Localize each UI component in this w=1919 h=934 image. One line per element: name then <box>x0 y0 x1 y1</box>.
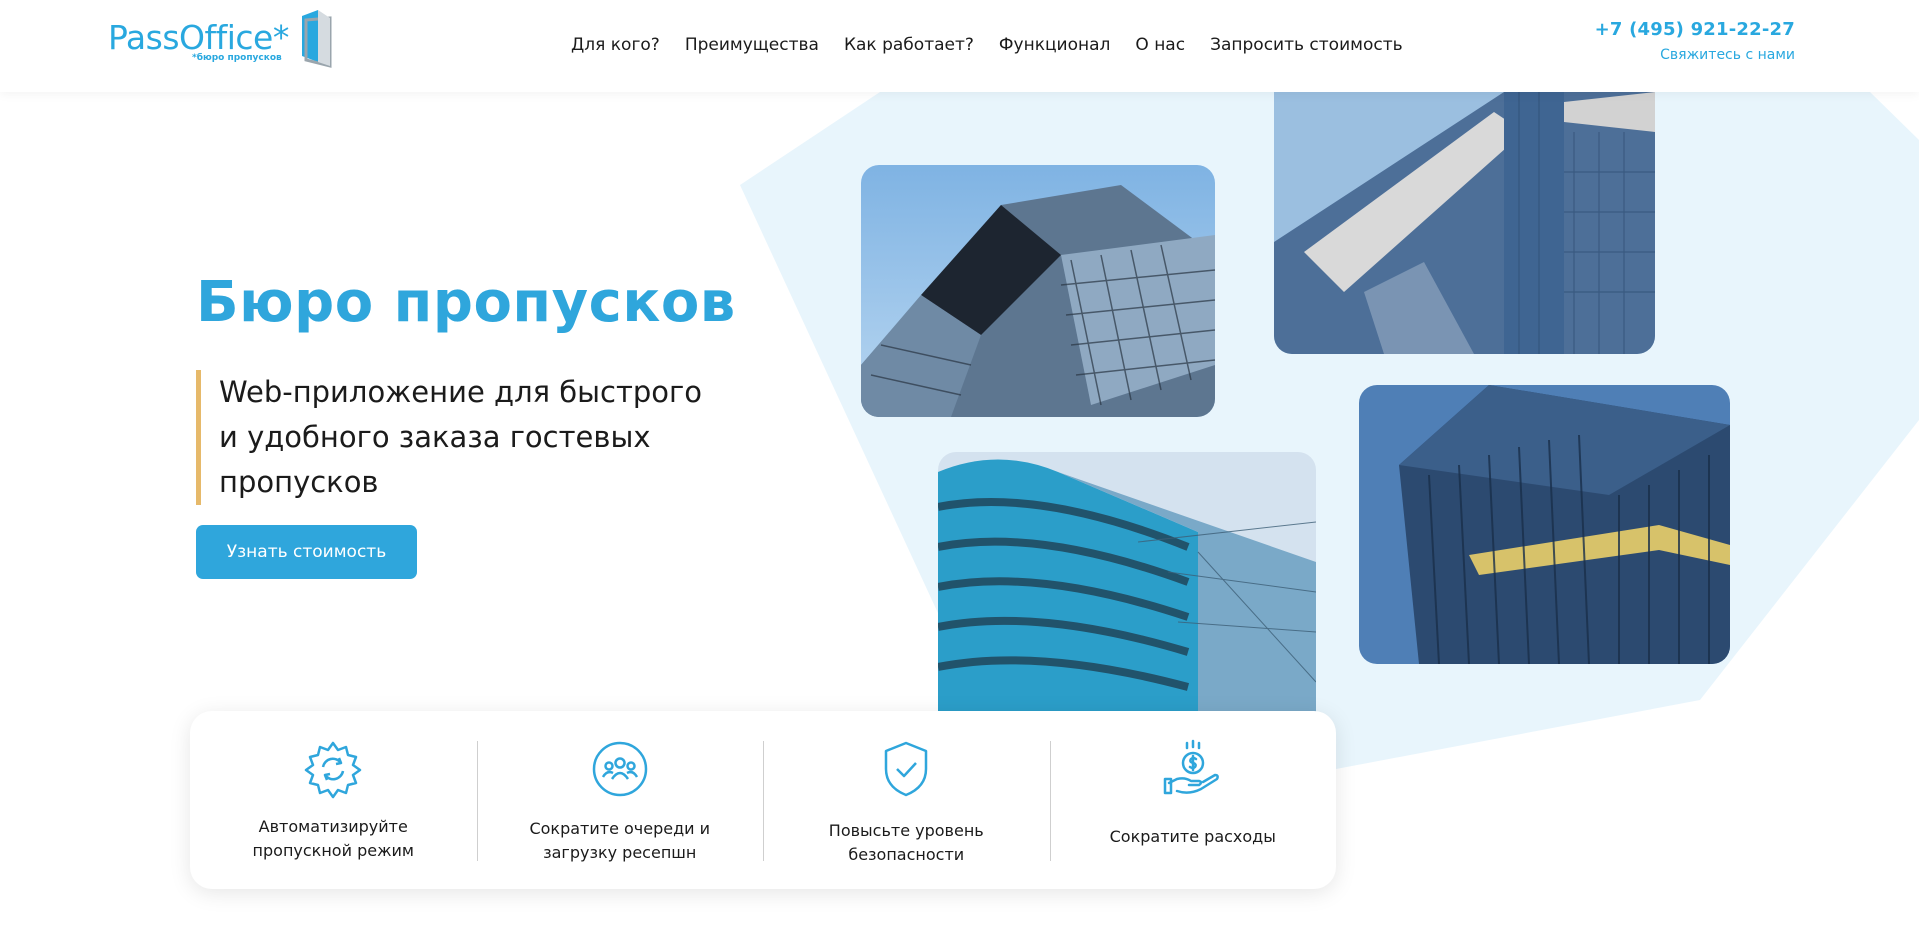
people-group-icon <box>592 741 647 797</box>
nav-item-audience[interactable]: Для кого? <box>571 35 660 55</box>
benefit-text: Автоматизируйте пропускной режим <box>210 815 457 863</box>
contact-us-link[interactable]: Свяжитесь с нами <box>1595 47 1795 63</box>
benefit-text-line: Автоматизируйте <box>258 817 408 836</box>
door-icon <box>302 10 332 68</box>
building-photo-1 <box>861 165 1215 417</box>
nav-item-features[interactable]: Функционал <box>999 35 1111 55</box>
logo-tagline: *бюро пропусков <box>192 53 282 63</box>
logo[interactable]: PassOffice* *бюро пропусков <box>108 10 338 70</box>
nav-item-how-it-works[interactable]: Как работает? <box>844 35 974 55</box>
shield-check-icon <box>885 741 928 797</box>
hero-title: Бюро пропусков <box>196 270 736 335</box>
benefit-item: Сократите расходы <box>1049 711 1337 889</box>
nav-item-request-price[interactable]: Запросить стоимость <box>1210 35 1403 55</box>
benefit-text-line: загрузку ресепшн <box>543 843 697 862</box>
hero-subtitle-line: и удобного заказа гостевых <box>219 420 651 454</box>
benefit-text: Сократите очереди и загрузку ресепшн <box>497 817 744 865</box>
get-price-button[interactable]: Узнать стоимость <box>196 525 417 579</box>
nav-item-about[interactable]: О нас <box>1135 35 1185 55</box>
benefits-card: Автоматизируйте пропускной режим Сократи… <box>190 711 1336 889</box>
benefit-text-line: пропускной режим <box>252 841 414 860</box>
contact-block: +7 (495) 921-22-27 Свяжитесь с нами <box>1595 19 1795 63</box>
building-photo-2 <box>1274 92 1655 354</box>
site-header: PassOffice* *бюро пропусков Для кого? Пр… <box>0 0 1919 92</box>
benefit-item: Повысьте уровень безопасности <box>763 711 1050 889</box>
benefit-text-line: Повысьте уровень <box>828 821 984 840</box>
gear-sync-icon <box>305 741 362 799</box>
money-hand-icon <box>1163 739 1219 795</box>
benefit-text-line: Сократите расходы <box>1109 827 1276 846</box>
nav-item-advantages[interactable]: Преимущества <box>685 35 819 55</box>
benefit-text: Сократите расходы <box>1070 825 1317 849</box>
building-photo-4 <box>1359 385 1730 664</box>
benefit-text-line: безопасности <box>848 845 965 864</box>
benefit-item: Сократите очереди и загрузку ресепшн <box>476 711 764 889</box>
main-nav: Для кого? Преимущества Как работает? Фун… <box>571 30 1428 60</box>
benefit-text-line: Сократите очереди и <box>529 819 711 838</box>
hero-subtitle-line: пропусков <box>219 465 379 499</box>
hero-subtitle: Web-приложение для быстрого и удобного з… <box>196 370 779 505</box>
phone-link[interactable]: +7 (495) 921-22-27 <box>1595 19 1795 40</box>
building-photo-3 <box>938 452 1316 712</box>
hero-subtitle-line: Web-приложение для быстрого <box>219 375 703 409</box>
logo-wordmark: PassOffice* <box>108 18 289 57</box>
benefit-text: Повысьте уровень безопасности <box>783 819 1030 867</box>
benefit-item: Автоматизируйте пропускной режим <box>190 711 477 889</box>
